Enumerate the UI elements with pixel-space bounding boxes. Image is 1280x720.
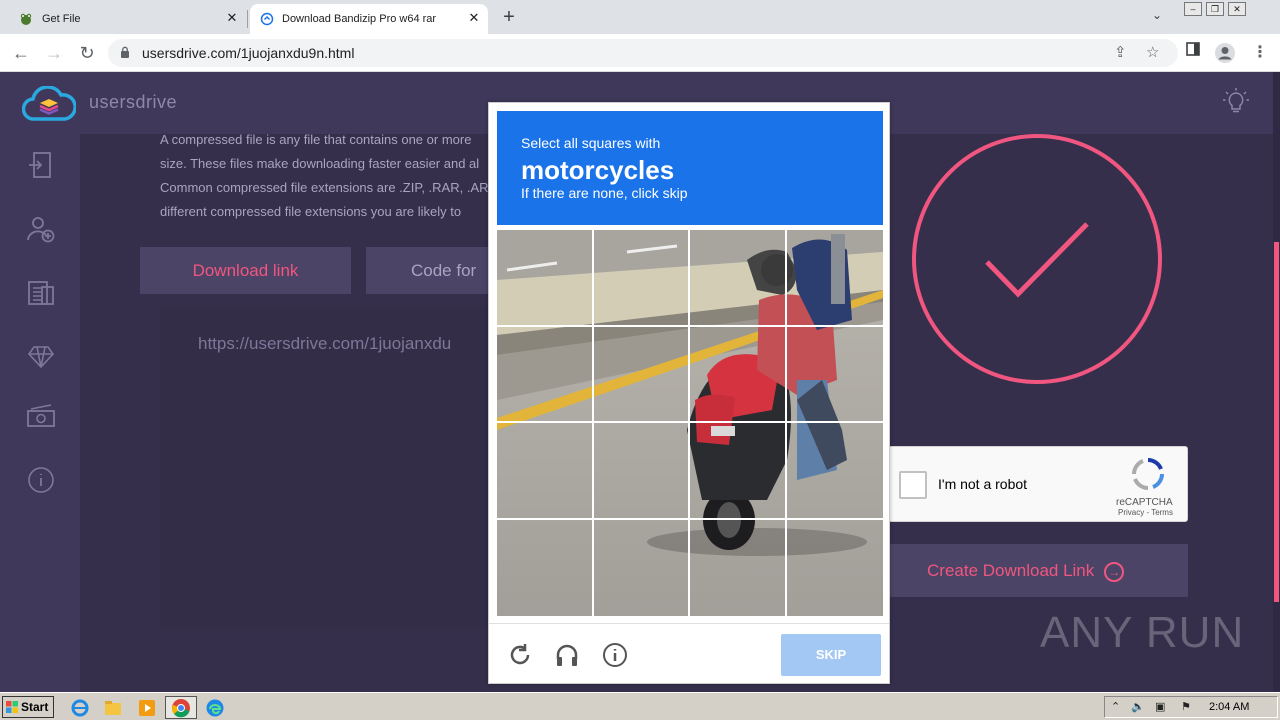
browser-toolbar: ← → ↻ usersdrive.com/1juojanxdu9n.html ⇪… [0,34,1280,72]
tab-strip: Get File ✕ Download Bandizip Pro w64 rar… [0,0,1280,34]
start-button[interactable]: Start [2,696,54,718]
street-motorcycle-image [497,230,883,616]
info-icon[interactable] [602,642,628,668]
flag-icon[interactable]: ⚑ [1181,700,1191,713]
address-bar[interactable]: usersdrive.com/1juojanxdu9n.html ⇪ ☆ [108,39,1178,67]
cloud-logo-icon[interactable] [22,86,76,122]
url-text[interactable]: usersdrive.com/1juojanxdu9n.html [142,45,354,61]
captcha-header: Select all squares with motorcycles If t… [497,111,883,225]
skip-button[interactable]: SKIP [781,634,881,676]
share-icon[interactable]: ⇪ [1114,43,1127,61]
create-download-link-label: Create Download Link [927,561,1095,580]
recaptcha-privacy-terms[interactable]: Privacy - Terms [1118,508,1173,517]
arrow-right-icon: → [1104,561,1125,582]
reload-challenge-icon[interactable] [507,642,533,668]
tab-title: Download Bandizip Pro w64 rar [282,13,437,25]
close-window-icon[interactable]: ✕ [1228,2,1246,16]
tray-expand-icon[interactable]: ⌃ [1111,700,1120,713]
minimize-icon[interactable]: – [1184,2,1202,16]
description-line: size. These files make downloading faste… [160,156,480,171]
download-url[interactable]: https://usersdrive.com/1juojanxdu [198,334,451,354]
tab-get-file[interactable]: Get File ✕ [10,4,246,34]
clock: 2:04 AM [1209,701,1250,713]
media-player-icon[interactable] [137,698,157,718]
menu-icon[interactable]: ⋮ [1252,42,1268,62]
tab-download-bandizip[interactable]: Download Bandizip Pro w64 rar ✕ [250,4,488,34]
scrollbar-thumb[interactable] [1274,242,1279,602]
files-icon[interactable] [26,277,56,307]
audio-challenge-icon[interactable] [554,642,580,668]
recaptcha-logo-icon [1132,458,1164,490]
description-line: different compressed file extensions you… [160,204,462,219]
tab-search-icon[interactable]: ⌄ [1152,8,1162,22]
recaptcha-label: I'm not a robot [938,476,1028,492]
code-tab[interactable]: Code for [366,247,506,294]
sign-in-icon[interactable] [26,150,56,180]
taskbar: Start ⌃ 🔈 ▣ ⚑ 2:04 AM [0,692,1280,720]
description-line: A compressed file is any file that conta… [160,132,472,147]
close-tab-icon[interactable]: ✕ [466,10,482,26]
chrome-icon[interactable] [171,698,191,718]
tab-title: Get File [42,13,81,25]
captcha-instruction: Select all squares with [521,135,661,151]
grid-divider [785,230,787,616]
brand-name[interactable]: usersdrive [89,92,177,113]
edge-icon[interactable] [205,698,225,718]
windows-logo-icon [6,701,18,713]
start-label: Start [21,700,49,714]
captcha-footer: SKIP [489,623,889,683]
frog-favicon-icon [20,13,32,25]
create-download-link-button[interactable]: Create Download Link → [888,544,1188,597]
lightbulb-icon[interactable] [1222,88,1250,116]
anyrun-watermark: ANY RUN [1040,608,1245,657]
window-controls: – ❐ ✕ [1184,2,1246,16]
recaptcha-checkbox[interactable] [899,471,927,499]
grid-divider [497,325,883,327]
money-icon[interactable] [26,402,56,432]
forward-icon[interactable]: → [43,42,65,64]
sidepanel-icon[interactable] [1186,42,1200,56]
new-tab-button[interactable]: + [498,6,520,29]
sidebar [0,134,80,692]
grid-divider [497,518,883,520]
back-icon[interactable]: ← [10,42,32,64]
loading-favicon-icon [260,12,274,26]
grid-divider [497,421,883,423]
grid-divider [688,230,690,616]
internet-explorer-icon[interactable] [70,698,90,718]
recaptcha-widget: I'm not a robot reCAPTCHA Privacy - Term… [888,446,1188,522]
download-link-tab[interactable]: Download link [140,247,351,294]
file-description: A compressed file is any file that conta… [160,128,500,224]
file-explorer-icon[interactable] [103,698,123,718]
volume-icon[interactable]: 🔈 [1131,700,1145,713]
restore-icon[interactable]: ❐ [1206,2,1224,16]
captcha-image-grid [497,230,883,616]
tab-separator [247,10,248,28]
description-line: Common compressed file extensions are .Z… [160,180,489,195]
add-user-icon[interactable] [26,214,56,244]
recaptcha-brand: reCAPTCHA [1116,497,1173,508]
diamond-icon[interactable] [26,341,56,371]
captcha-challenge: Select all squares with motorcycles If t… [488,102,890,684]
info-circle-icon[interactable] [26,465,56,495]
captcha-target: motorcycles [521,155,675,185]
network-icon[interactable]: ▣ [1155,700,1165,713]
lock-icon[interactable] [120,46,130,58]
reload-icon[interactable]: ↻ [76,42,98,64]
success-check-icon [912,134,1162,384]
captcha-skip-hint: If there are none, click skip [521,185,688,201]
profile-icon[interactable] [1214,42,1236,64]
grid-divider [592,230,594,616]
star-icon[interactable]: ☆ [1146,43,1159,61]
close-tab-icon[interactable]: ✕ [224,10,240,26]
